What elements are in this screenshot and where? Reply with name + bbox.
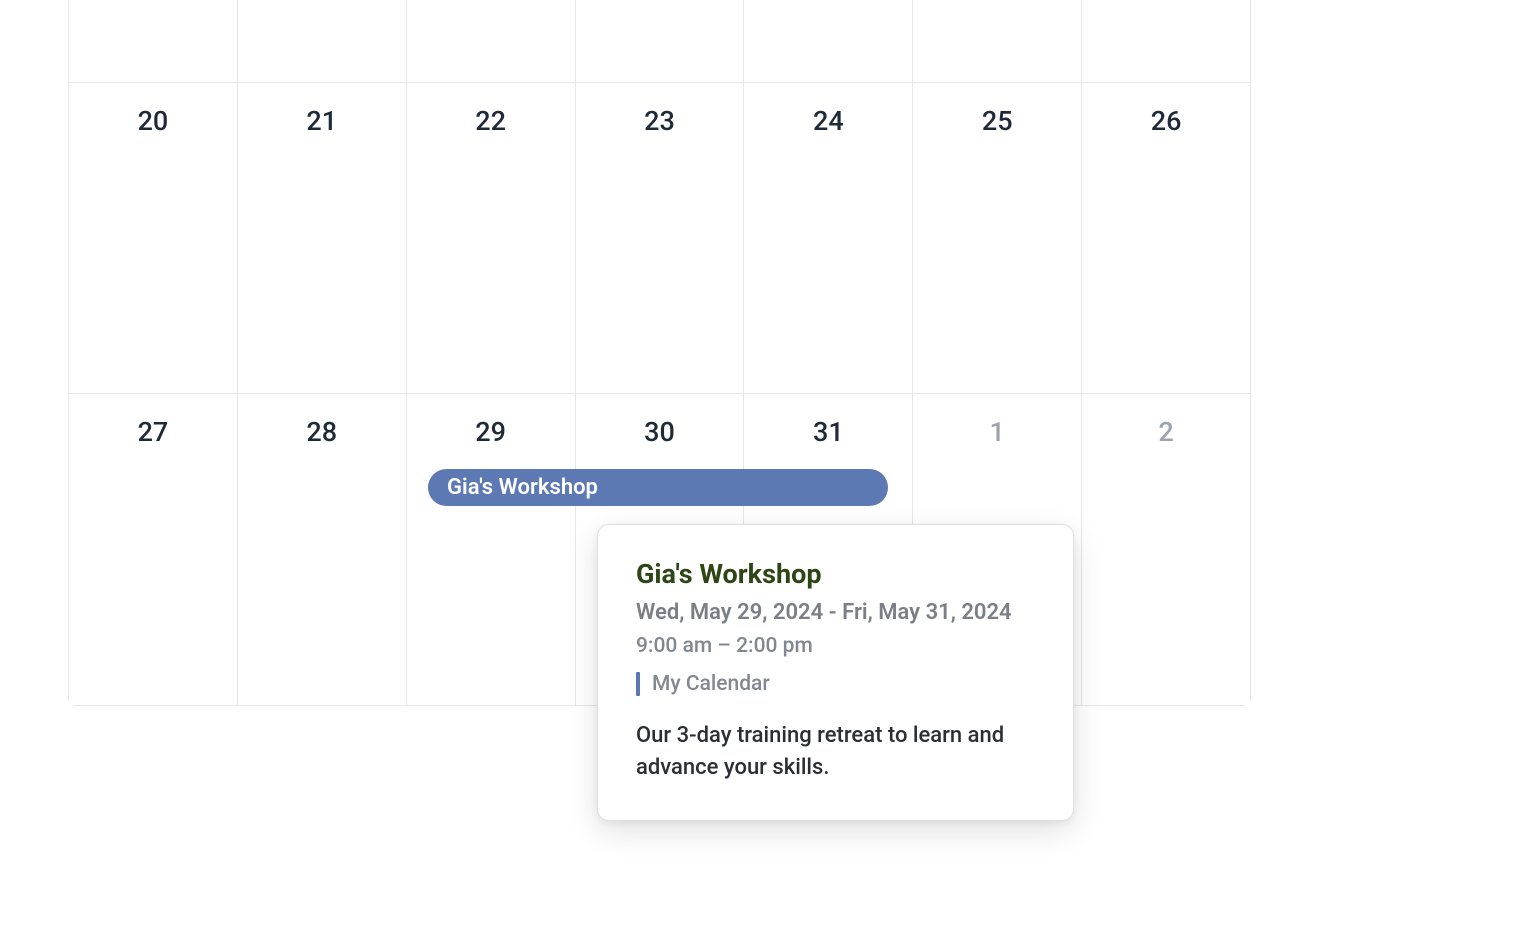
calendar-cell[interactable]: 2 — [1082, 394, 1250, 705]
calendar-cell[interactable]: 29 — [407, 394, 576, 705]
day-number: 2 — [1158, 416, 1173, 448]
day-number: 24 — [813, 105, 844, 137]
event-popover-calendar-name: My Calendar — [652, 672, 770, 696]
calendar-cell[interactable]: 14 — [238, 0, 407, 82]
day-number: 26 — [1151, 105, 1182, 137]
calendar-cell[interactable]: 13 — [69, 0, 238, 82]
event-popover: Gia's Workshop Wed, May 29, 2024 - Fri, … — [597, 524, 1074, 821]
day-number: 25 — [982, 105, 1013, 137]
calendar-cell[interactable]: 23 — [576, 83, 745, 393]
day-number: 30 — [644, 416, 675, 448]
event-popover-description: Our 3-day training retreat to learn and … — [636, 720, 1035, 784]
event-pill-label: Gia's Workshop — [447, 475, 598, 500]
calendar-row: 20 21 22 23 24 25 26 — [69, 82, 1250, 393]
day-number: 23 — [644, 105, 675, 137]
calendar-cell[interactable]: 27 — [69, 394, 238, 705]
calendar-cell[interactable]: 21 — [238, 83, 407, 393]
calendar-row: 13141516171819 — [69, 0, 1250, 82]
calendar-cell[interactable]: 20 — [69, 83, 238, 393]
day-number: 20 — [138, 105, 169, 137]
event-popover-calendar: My Calendar — [636, 672, 1035, 696]
event-popover-timerange: 9:00 am – 2:00 pm — [636, 634, 1035, 658]
day-number: 1 — [990, 416, 1005, 448]
calendar-cell[interactable]: 15 — [407, 0, 576, 82]
day-number: 28 — [306, 416, 337, 448]
calendar-cell[interactable]: 25 — [913, 83, 1082, 393]
calendar-cell[interactable]: 16 — [576, 0, 745, 82]
day-number: 29 — [475, 416, 506, 448]
day-number: 21 — [306, 105, 337, 137]
event-popover-title: Gia's Workshop — [636, 558, 1035, 590]
event-popover-daterange: Wed, May 29, 2024 - Fri, May 31, 2024 — [636, 600, 1035, 625]
calendar-cell[interactable]: 19 — [1082, 0, 1250, 82]
day-number: 27 — [138, 416, 169, 448]
calendar-cell[interactable]: 22 — [407, 83, 576, 393]
calendar-cell[interactable]: 17 — [744, 0, 913, 82]
day-number: 31 — [813, 416, 844, 448]
calendar-cell[interactable]: 18 — [913, 0, 1082, 82]
calendar-cell[interactable]: 28 — [238, 394, 407, 705]
calendar-color-bar — [636, 672, 640, 696]
day-number: 22 — [475, 105, 506, 137]
calendar-cell[interactable]: 26 — [1082, 83, 1250, 393]
calendar-cell[interactable]: 24 — [744, 83, 913, 393]
event-pill-gias-workshop[interactable]: Gia's Workshop — [428, 469, 888, 506]
